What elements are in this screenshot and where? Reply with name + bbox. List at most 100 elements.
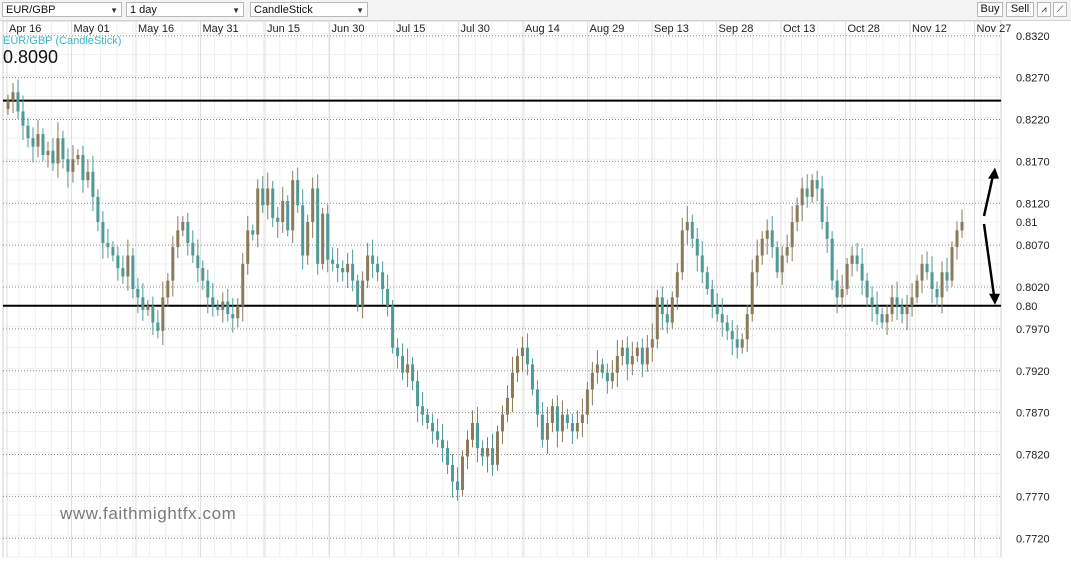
candle-body <box>31 138 35 147</box>
candle-body <box>366 255 370 281</box>
candle-body <box>855 255 859 264</box>
candle <box>875 291 879 326</box>
candle-body <box>700 255 704 273</box>
candle-body <box>206 280 210 298</box>
candle <box>630 341 634 376</box>
candle <box>111 241 115 262</box>
candle <box>206 269 210 314</box>
candle <box>56 122 60 178</box>
candle-body <box>171 247 175 281</box>
candle-body <box>910 297 914 306</box>
candle <box>61 130 65 169</box>
candle <box>960 209 964 238</box>
price-annotations: 0.81 0.80 <box>1016 217 1037 313</box>
candle-body <box>321 213 325 264</box>
candle-body <box>361 280 365 306</box>
candle-body <box>530 364 534 390</box>
candle <box>950 241 954 287</box>
candle-body <box>226 301 230 315</box>
candle <box>406 348 410 387</box>
candle-body <box>840 289 844 298</box>
candle <box>900 298 904 324</box>
x-tick-label: Jun 15 <box>267 23 300 35</box>
candle <box>535 380 539 428</box>
candle-body <box>680 230 684 273</box>
y-tick-label: 0.7870 <box>1016 408 1050 420</box>
x-tick-label: Sep 13 <box>654 23 689 35</box>
candle-body <box>860 263 864 281</box>
candle <box>161 281 165 346</box>
candle-body <box>580 414 584 423</box>
candle-body <box>76 155 80 160</box>
candle <box>615 340 619 387</box>
candle <box>231 298 235 333</box>
candle <box>36 119 40 158</box>
candle-body <box>316 188 320 264</box>
candle <box>495 425 499 471</box>
candle <box>890 284 894 322</box>
candle <box>481 440 485 466</box>
candle-body <box>785 247 789 256</box>
candle-body <box>640 347 644 365</box>
candle-body <box>266 188 270 206</box>
candle-body <box>945 272 949 281</box>
candle-body <box>820 188 824 222</box>
candle-body <box>670 297 674 323</box>
candle <box>740 333 744 354</box>
candle-body <box>451 464 455 482</box>
x-tick-label: Oct 28 <box>848 23 880 35</box>
candle <box>545 407 549 454</box>
candle <box>251 224 255 241</box>
candle <box>386 274 390 317</box>
candle-body <box>510 372 514 398</box>
candle <box>750 259 754 322</box>
candle-body <box>895 297 899 306</box>
x-tick-label: Aug 14 <box>525 23 560 35</box>
candle-body <box>386 289 390 306</box>
candle <box>850 246 854 277</box>
candle <box>221 292 225 323</box>
candle-body <box>850 255 854 264</box>
candle <box>441 423 445 463</box>
candle-body <box>625 347 629 365</box>
candle-body <box>740 339 744 348</box>
candle <box>446 440 450 475</box>
candle <box>585 381 589 424</box>
candle-body <box>875 305 879 315</box>
candle-body <box>885 314 889 323</box>
candle <box>26 118 30 148</box>
candle-body <box>416 381 420 407</box>
y-tick-label: 0.8120 <box>1016 198 1050 210</box>
candle <box>600 358 604 379</box>
candle-body <box>276 217 280 222</box>
series-label: EUR/GBP (CandleStick) <box>3 35 121 47</box>
candle <box>201 260 205 290</box>
candle-body <box>401 356 405 373</box>
x-tick-label: Jul 30 <box>461 23 490 35</box>
candle-body <box>396 347 400 356</box>
price-chart[interactable]: Apr 16 May 01 May 16 May 31 Jun 15 Jun 30 Jul … <box>0 0 1071 562</box>
candle <box>66 148 70 188</box>
candle-body <box>41 134 45 155</box>
candle <box>11 82 15 114</box>
x-tick-label: Jun 30 <box>332 23 365 35</box>
candle <box>336 247 340 283</box>
candle <box>835 269 839 314</box>
candle-body <box>256 188 260 235</box>
candle-body <box>431 423 435 432</box>
candle-body <box>466 439 470 457</box>
candle <box>680 217 684 280</box>
candle-body <box>575 423 579 432</box>
candle-body <box>371 255 375 264</box>
candle <box>720 298 724 337</box>
candle-body <box>81 155 85 181</box>
candle-body <box>665 314 669 323</box>
candle-body <box>51 150 55 164</box>
candle <box>795 197 799 232</box>
candle <box>41 128 45 161</box>
candle-body <box>905 305 909 315</box>
candle <box>376 256 380 282</box>
candle <box>885 304 889 336</box>
candle <box>640 338 644 377</box>
y-tick-label: 0.8220 <box>1016 115 1050 127</box>
